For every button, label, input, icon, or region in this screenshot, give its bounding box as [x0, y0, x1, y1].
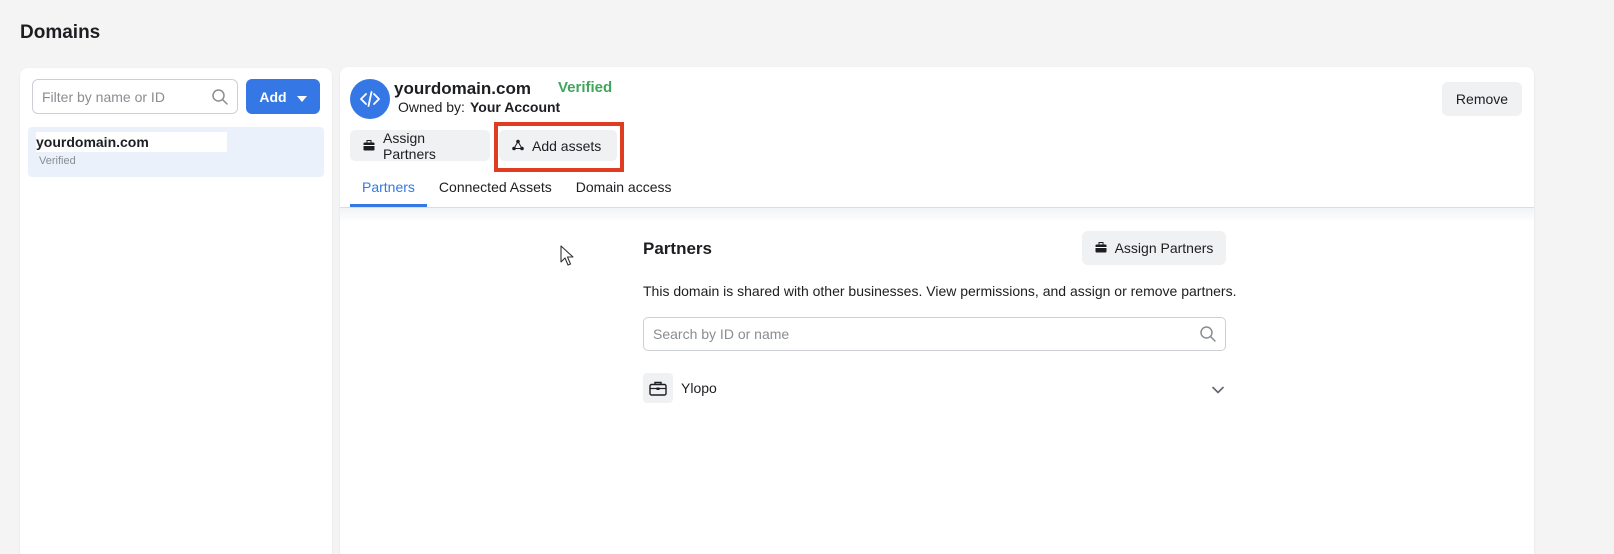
search-icon [1199, 325, 1217, 348]
code-icon [350, 79, 390, 119]
filter-input[interactable] [33, 80, 203, 113]
domain-list-item[interactable]: yourdomain.com Verified [28, 127, 324, 177]
domain-item-name: yourdomain.com [36, 132, 227, 152]
briefcase-icon [1095, 240, 1107, 256]
tab-connected-assets[interactable]: Connected Assets [427, 170, 564, 207]
briefcase-outline-icon [643, 373, 673, 403]
owned-by-label: Owned by: [398, 99, 465, 115]
add-assets-label: Add assets [532, 137, 602, 154]
detail-tabs: Partners Connected Assets Domain access [350, 170, 683, 207]
domain-detail-panel: yourdomain.com Verified Owned by: Your A… [340, 67, 1534, 554]
owned-by-value: Your Account [470, 99, 561, 115]
briefcase-icon [363, 138, 375, 154]
tab-domain-access[interactable]: Domain access [564, 170, 684, 207]
tab-partners[interactable]: Partners [350, 170, 427, 207]
page-title: Domains [20, 22, 101, 43]
partners-section-title: Partners [643, 239, 712, 258]
mouse-pointer-icon [560, 245, 574, 272]
assign-partners-secondary-label: Assign Partners [1114, 240, 1214, 256]
partner-list-item[interactable]: Ylopo [643, 371, 1226, 405]
partner-search-box[interactable] [643, 317, 1226, 351]
assign-partners-secondary-button[interactable]: Assign Partners [1082, 231, 1226, 265]
add-button[interactable]: Add [246, 79, 320, 114]
filter-search-box[interactable] [32, 79, 238, 114]
partner-search-input[interactable] [644, 318, 1184, 350]
search-icon [211, 88, 229, 111]
assign-partners-label: Assign Partners [383, 129, 436, 162]
partners-description: This domain is shared with other busines… [643, 283, 1237, 299]
share-nodes-icon [512, 138, 524, 154]
chevron-down-icon[interactable] [1212, 381, 1224, 399]
domain-item-status: Verified [39, 155, 76, 167]
add-assets-button[interactable]: Add assets [499, 130, 617, 161]
verified-badge: Verified [558, 79, 613, 96]
tabs-shadow [340, 208, 1534, 222]
assign-partners-button[interactable]: Assign Partners [350, 129, 490, 162]
partner-name: Ylopo [681, 380, 717, 396]
caret-down-icon [296, 89, 307, 105]
domain-title: yourdomain.com [394, 79, 531, 98]
add-button-label: Add [259, 88, 287, 105]
remove-button[interactable]: Remove [1442, 82, 1522, 116]
domain-list-panel: Add yourdomain.com Verified [20, 68, 332, 554]
